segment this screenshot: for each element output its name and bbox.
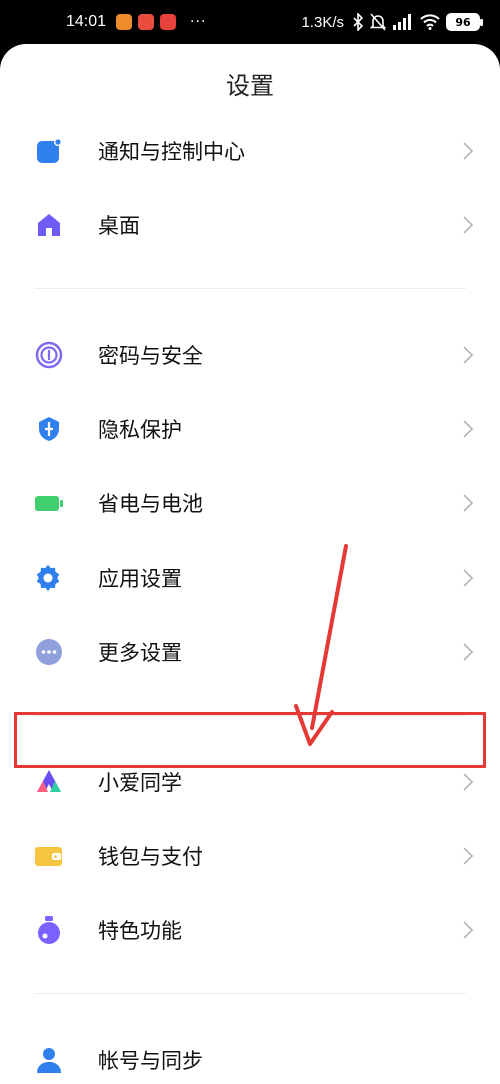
notification-icon	[34, 136, 64, 166]
chevron-right-icon	[463, 643, 474, 661]
section-divider	[34, 288, 466, 289]
status-time: 14:01	[66, 13, 107, 30]
settings-item-privacy[interactable]: 隐私保护	[0, 392, 500, 466]
more-notifications-icon: ···	[190, 14, 207, 30]
settings-item-label: 帐号与同步	[98, 1049, 203, 1073]
battery-icon	[34, 488, 64, 518]
page-title: 设置	[226, 72, 274, 100]
chevron-right-icon	[463, 921, 474, 939]
section-divider	[34, 715, 466, 716]
settings-item-battery[interactable]: 省电与电池	[0, 466, 500, 540]
settings-item-xiaoai[interactable]: 小爱同学	[0, 745, 500, 819]
more-icon	[34, 637, 64, 667]
settings-item-account-sync[interactable]: 帐号与同步	[0, 1023, 500, 1084]
chevron-right-icon	[463, 847, 474, 865]
section-divider	[34, 993, 466, 994]
settings-item-label: 应用设置	[98, 567, 182, 591]
settings-item-features[interactable]: 特色功能	[0, 893, 500, 967]
settings-item-app-settings[interactable]: 应用设置	[0, 541, 500, 615]
mute-icon	[370, 13, 386, 31]
bluetooth-icon	[353, 13, 364, 31]
chevron-right-icon	[463, 346, 474, 364]
xiaoai-icon	[34, 767, 64, 797]
settings-item-notifications[interactable]: 通知与控制中心	[0, 114, 500, 188]
settings-item-label: 特色功能	[98, 919, 182, 943]
settings-item-desktop[interactable]: 桌面	[0, 188, 500, 262]
signal-icon	[393, 14, 411, 30]
chevron-right-icon	[463, 494, 474, 512]
settings-item-label: 通知与控制中心	[98, 140, 245, 164]
settings-item-label: 小爱同学	[98, 771, 182, 795]
wifi-icon	[420, 14, 440, 30]
feature-icon	[34, 915, 64, 945]
account-icon	[34, 1045, 64, 1075]
wallet-icon	[34, 841, 64, 871]
chevron-right-icon	[463, 569, 474, 587]
privacy-icon	[34, 414, 64, 444]
gear-icon	[34, 563, 64, 593]
home-icon	[34, 210, 64, 240]
chevron-right-icon	[463, 216, 474, 234]
app-notification-icon	[138, 14, 155, 30]
settings-item-label: 钱包与支付	[98, 845, 203, 869]
settings-item-wallet[interactable]: 钱包与支付	[0, 819, 500, 893]
settings-item-password-security[interactable]: 密码与安全	[0, 318, 500, 392]
settings-item-label: 省电与电池	[98, 492, 203, 516]
status-bar: 14:01 ··· 1.3K/s 96	[0, 0, 500, 44]
network-speed: 1.3K/s	[301, 13, 344, 31]
chevron-right-icon	[463, 773, 474, 791]
settings-item-label: 密码与安全	[98, 344, 203, 368]
battery-indicator: 96	[446, 13, 483, 31]
fingerprint-icon	[34, 340, 64, 370]
chevron-right-icon	[463, 420, 474, 438]
settings-item-label: 更多设置	[98, 641, 182, 665]
settings-item-label: 桌面	[98, 214, 140, 238]
app-notification-icon	[116, 14, 133, 30]
chevron-right-icon	[463, 142, 474, 160]
app-notification-icon	[160, 14, 177, 30]
settings-item-label: 隐私保护	[98, 418, 182, 442]
settings-item-more-settings[interactable]: 更多设置	[0, 615, 500, 689]
